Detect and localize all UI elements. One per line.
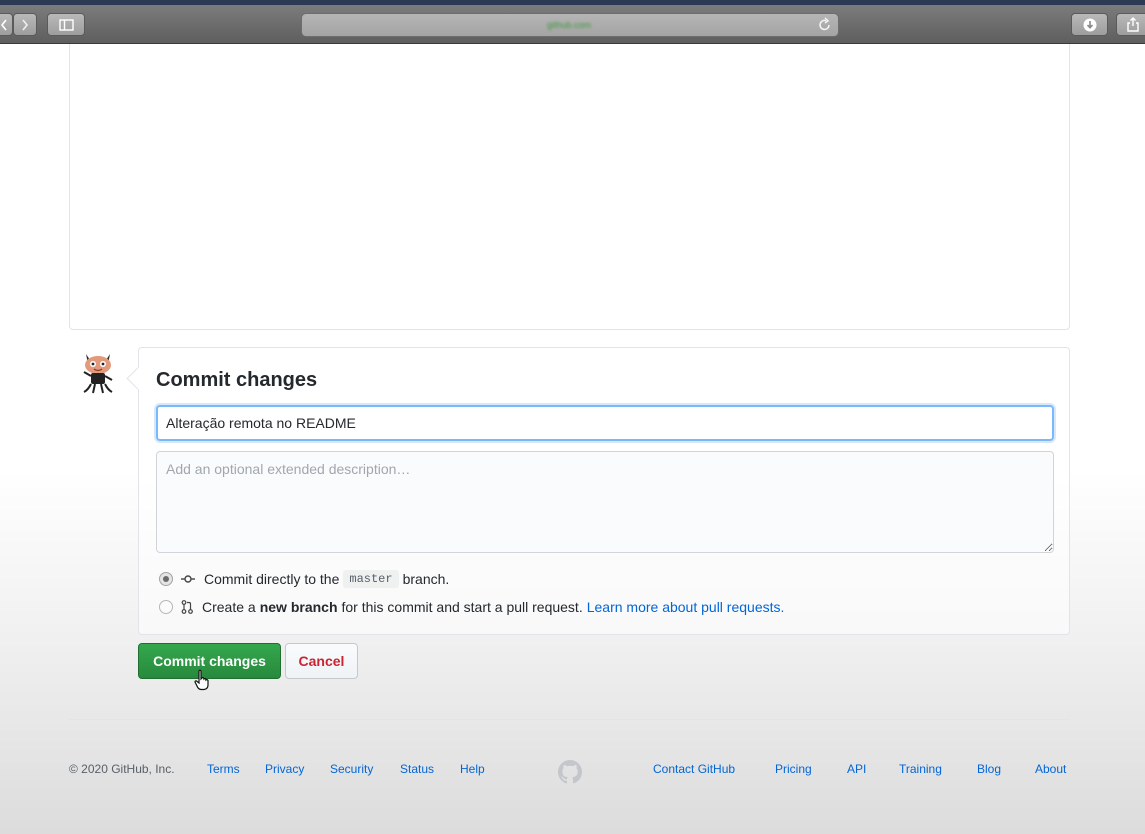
footer-link-about[interactable]: About xyxy=(1035,762,1066,776)
commit-description-textarea[interactable] xyxy=(156,451,1054,553)
footer-link-help[interactable]: Help xyxy=(460,762,485,776)
footer-link-blog[interactable]: Blog xyxy=(977,762,1001,776)
sidebar-toggle-button[interactable] xyxy=(47,13,85,36)
address-url: github.com xyxy=(546,21,592,30)
footer-link-security[interactable]: Security xyxy=(330,762,373,776)
file-editor-panel xyxy=(69,44,1070,330)
chevron-left-icon xyxy=(0,19,7,30)
git-pull-request-icon xyxy=(181,600,193,614)
commit-form: Commit changes Commit directly to the ma… xyxy=(138,347,1070,635)
new-branch-option[interactable]: Create a new branch for this commit and … xyxy=(159,599,784,615)
share-button[interactable] xyxy=(1116,13,1145,36)
downloads-button[interactable] xyxy=(1071,13,1108,36)
footer-link-api[interactable]: API xyxy=(847,762,866,776)
hand-pointer-cursor-icon xyxy=(194,669,209,691)
footer-link-status[interactable]: Status xyxy=(400,762,434,776)
chevron-right-icon xyxy=(22,19,29,30)
commit-direct-text-after: branch. xyxy=(402,571,450,587)
commit-direct-text-before: Commit directly to the xyxy=(204,571,340,587)
avatar xyxy=(83,354,113,394)
branch-name: master xyxy=(343,570,399,588)
back-button[interactable] xyxy=(0,13,13,36)
git-commit-icon xyxy=(181,574,195,584)
new-branch-text-after: for this commit and start a pull request… xyxy=(341,599,583,615)
footer-copyright: © 2020 GitHub, Inc. xyxy=(69,762,175,776)
footer-link-training[interactable]: Training xyxy=(899,762,942,776)
reload-icon[interactable] xyxy=(818,17,832,38)
footer-link-pricing[interactable]: Pricing xyxy=(775,762,812,776)
commit-direct-option[interactable]: Commit directly to the master branch. xyxy=(159,570,449,588)
commit-form-title: Commit changes xyxy=(156,369,318,391)
address-bar[interactable]: github.com xyxy=(301,13,839,37)
commit-direct-radio[interactable] xyxy=(159,572,173,586)
github-logo-icon[interactable] xyxy=(558,760,582,787)
forward-button[interactable] xyxy=(13,13,37,36)
download-icon xyxy=(1083,18,1096,31)
new-branch-text-bold: new branch xyxy=(259,599,338,615)
footer-divider xyxy=(69,719,1070,720)
browser-toolbar: github.com xyxy=(0,5,1145,44)
site-footer: © 2020 GitHub, Inc. Terms Privacy Securi… xyxy=(0,760,1145,784)
footer-link-terms[interactable]: Terms xyxy=(207,762,240,776)
learn-more-pull-requests-link[interactable]: Learn more about pull requests. xyxy=(587,599,785,615)
footer-link-privacy[interactable]: Privacy xyxy=(265,762,304,776)
commit-summary-input[interactable] xyxy=(156,405,1054,441)
new-branch-radio[interactable] xyxy=(159,600,173,614)
new-branch-text-before: Create a xyxy=(202,599,256,615)
sidebar-icon xyxy=(58,18,74,31)
cancel-button[interactable]: Cancel xyxy=(285,643,358,679)
share-icon xyxy=(1127,17,1139,32)
footer-link-contact-github[interactable]: Contact GitHub xyxy=(653,762,735,776)
